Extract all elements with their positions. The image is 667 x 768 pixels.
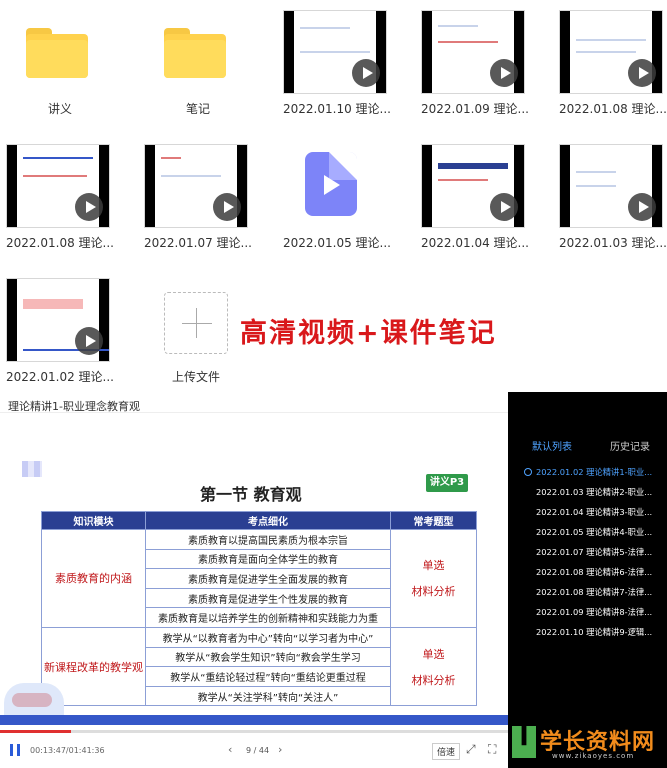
player-controls: 00:13:47/01:41:36 ‹ 9 / 44 › 倍速 ⤢ ⛶ — [0, 730, 508, 768]
table-cell: 素质教育是以培养学生的创新精神和实践能力为重 — [145, 607, 391, 628]
playlist-sidebar: 默认列表 历史记录 2022.01.02 理论精讲1-职业... 2022.01… — [508, 392, 667, 768]
playlist-item[interactable]: 2022.01.08 理论精讲7-法律... — [522, 582, 664, 602]
play-icon — [213, 193, 241, 221]
play-icon — [490, 59, 518, 87]
file-name: 2022.01.08 理论... — [559, 102, 667, 116]
table-cell: 素质教育是促进学生个性发展的教育 — [145, 587, 391, 609]
promo-banner: 高清视频+课件笔记 — [240, 318, 497, 349]
question-type-cell: 单选 材料分析 — [390, 626, 477, 707]
table-cell: 教学从“关注学科”转向“关注人” — [145, 685, 391, 707]
table-cell: 教学从“教会学生知识”转向“教会学生学习 — [145, 646, 391, 668]
module-cell: 素质教育的内涵 — [41, 529, 146, 628]
site-logo-icon — [512, 726, 536, 758]
video-tile[interactable]: 2022.01.08 理论... — [0, 138, 130, 268]
expand-icon[interactable]: ⛶ — [488, 742, 496, 757]
play-icon — [628, 59, 656, 87]
question-type: 材料分析 — [411, 673, 456, 687]
video-thumbnail — [283, 10, 387, 94]
playlist-item[interactable]: 2022.01.05 理论精讲4-职业... — [522, 522, 664, 542]
video-thumbnail — [421, 10, 525, 94]
question-type: 单选 — [422, 647, 445, 661]
file-name: 2022.01.10 理论... — [283, 102, 391, 116]
playlist-item[interactable]: 2022.01.03 理论精讲2-职业... — [522, 482, 664, 502]
logo-mark — [22, 461, 42, 477]
playlist-item[interactable]: 2022.01.02 理论精讲1-职业... — [522, 462, 664, 482]
file-name: 2022.01.07 理论... — [144, 236, 252, 250]
folder-icon — [164, 28, 226, 78]
prev-page-icon[interactable]: ‹ — [228, 743, 232, 756]
speed-button[interactable]: 倍速 — [432, 743, 461, 760]
table-cell: 素质教育是促进学生全面发展的教育 — [145, 568, 391, 589]
folder-icon — [26, 28, 88, 78]
file-name: 2022.01.02 理论... — [6, 370, 114, 384]
play-icon — [75, 193, 103, 221]
fullscreen-icon[interactable]: ⤢ — [466, 742, 476, 757]
file-name: 2022.01.09 理论... — [421, 102, 529, 116]
table-cell: 教学从“以教育者为中心”转向“以学习者为中心” — [145, 626, 391, 648]
playlist: 2022.01.02 理论精讲1-职业... 2022.01.03 理论精讲2-… — [522, 462, 664, 642]
table-cell: 素质教育是面向全体学生的教育 — [145, 548, 391, 570]
play-icon — [352, 59, 380, 87]
table-cell: 素质教育以提高国民素质为根本宗旨 — [145, 529, 391, 550]
table-header: 考点细化 — [145, 511, 391, 530]
playlist-tabs: 默认列表 历史记录 — [532, 438, 650, 453]
video-tile[interactable]: 2022.01.02 理论... — [0, 272, 130, 402]
playlist-item[interactable]: 2022.01.04 理论精讲3-职业... — [522, 502, 664, 522]
table-header: 常考题型 — [390, 511, 477, 530]
file-name: 2022.01.08 理论... — [6, 236, 114, 250]
pause-icon[interactable] — [10, 744, 20, 756]
play-icon — [628, 193, 656, 221]
playlist-item[interactable]: 2022.01.10 理论精讲9-逻辑... — [522, 622, 664, 642]
slide-heading: 第一节 教育观 — [200, 485, 302, 504]
table-cell: 教学从“重结论轻过程”转向“重结论更重过程 — [145, 666, 391, 687]
play-icon — [75, 327, 103, 355]
video-tile[interactable]: 2022.01.03 理论... — [553, 138, 667, 268]
playback-time: 00:13:47/01:41:36 — [30, 746, 105, 755]
watermark-logo: 学长资料网 www.zikaoyes.com — [508, 722, 667, 768]
video-file-tile[interactable]: 2022.01.05 理论... — [277, 138, 407, 268]
lecture-slide: 第一节 教育观 讲义P3 知识模块 考点细化 常考题型 素质教育的内涵 素质教育… — [0, 412, 508, 730]
file-name: 讲义 — [47, 102, 72, 116]
plus-icon[interactable] — [164, 292, 228, 354]
playlist-item[interactable]: 2022.01.08 理论精讲6-法律... — [522, 562, 664, 582]
knowledge-table: 知识模块 考点细化 常考题型 素质教育的内涵 素质教育以提高国民素质为根本宗旨 … — [41, 511, 477, 707]
video-tile[interactable]: 2022.01.09 理论... — [415, 4, 545, 134]
next-page-icon[interactable]: › — [278, 743, 282, 756]
folder-tile[interactable]: 讲义 — [0, 4, 130, 134]
file-name: 2022.01.05 理论... — [283, 236, 391, 250]
progress-fill — [0, 730, 72, 733]
video-thumbnail — [6, 144, 110, 228]
table-header: 知识模块 — [41, 511, 146, 530]
file-name: 2022.01.03 理论... — [559, 236, 667, 250]
tab-history[interactable]: 历史记录 — [610, 438, 650, 453]
video-thumbnail — [559, 10, 663, 94]
video-thumbnail — [559, 144, 663, 228]
video-tile[interactable]: 2022.01.10 理论... — [277, 4, 407, 134]
file-grid: 讲义 笔记 2022.01.10 理论... 2022.01.09 理论... … — [0, 0, 667, 390]
video-file-icon — [305, 152, 357, 216]
video-tile[interactable]: 2022.01.08 理论... — [553, 4, 667, 134]
handout-badge: 讲义P3 — [426, 474, 468, 492]
video-thumbnail — [421, 144, 525, 228]
video-thumbnail — [6, 278, 110, 362]
question-type: 单选 — [422, 559, 445, 573]
play-icon — [490, 193, 518, 221]
page-indicator: 9 / 44 — [246, 746, 270, 755]
video-player: 理论精讲1-职业理念教育观 第一节 教育观 讲义P3 知识模块 考点细化 常考题… — [0, 392, 667, 768]
folder-tile[interactable]: 笔记 — [138, 4, 268, 134]
upload-label: 上传文件 — [171, 370, 220, 384]
question-type-cell: 单选 材料分析 — [390, 529, 477, 628]
progress-bar[interactable] — [0, 730, 508, 733]
playlist-item[interactable]: 2022.01.07 理论精讲5-法律... — [522, 542, 664, 562]
tab-default-list[interactable]: 默认列表 — [532, 442, 572, 453]
watermark-url: www.zikaoyes.com — [552, 752, 635, 760]
video-tile[interactable]: 2022.01.07 理论... — [138, 138, 268, 268]
slide-footer-strip — [0, 715, 508, 725]
playlist-item[interactable]: 2022.01.09 理论精讲8-法律... — [522, 602, 664, 622]
file-name: 笔记 — [185, 102, 210, 116]
video-thumbnail — [144, 144, 248, 228]
video-tile[interactable]: 2022.01.04 理论... — [415, 138, 545, 268]
question-type: 材料分析 — [411, 585, 456, 599]
file-name: 2022.01.04 理论... — [421, 236, 529, 250]
